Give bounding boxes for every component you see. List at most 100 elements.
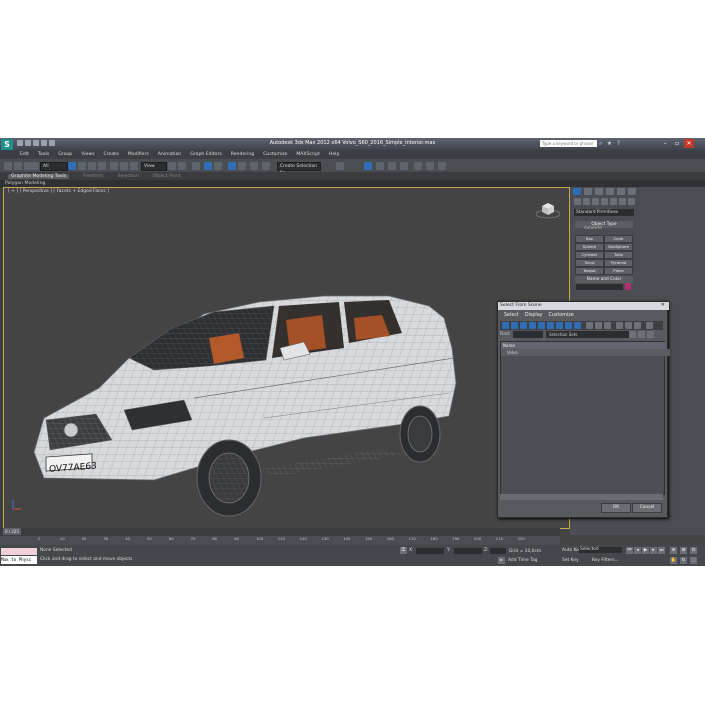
selection-filter-select[interactable]: All — [40, 162, 68, 171]
sphere-button[interactable]: Sphere — [575, 243, 604, 251]
align-icon[interactable] — [336, 162, 344, 170]
unlink-icon[interactable] — [31, 162, 39, 170]
pan-icon[interactable]: ✋ — [670, 557, 677, 564]
key-filters-button[interactable]: Key Filters... — [592, 558, 619, 563]
next-frame-icon[interactable]: ▸ — [650, 547, 657, 554]
window-crossing-icon[interactable] — [98, 162, 106, 170]
perspective-viewport[interactable]: OV77AE63 [ + ] [ Perspective ] [ Facets … — [3, 187, 570, 529]
menu-graph-editors[interactable]: Graph Editors — [190, 152, 222, 157]
display-tab-icon[interactable] — [617, 188, 625, 195]
select-none-icon[interactable] — [625, 322, 632, 329]
snap-icon[interactable] — [204, 162, 212, 170]
helpers-icon[interactable] — [610, 198, 617, 205]
cancel-button[interactable]: Cancel — [632, 503, 662, 513]
viewport-label[interactable]: [ + ] [ Perspective ] [ Facets + Edged F… — [8, 189, 109, 194]
y-coordinate-field[interactable] — [454, 548, 482, 554]
help-icon[interactable]: ? — [615, 140, 622, 147]
pyramid-button[interactable]: Pyramid — [604, 259, 633, 267]
maxscript-output[interactable]: Max to Physc — [1, 556, 37, 564]
find-input[interactable] — [513, 331, 543, 338]
display-all-icon[interactable] — [586, 322, 593, 329]
motion-tab-icon[interactable] — [606, 188, 614, 195]
x-coordinate-field[interactable] — [416, 548, 444, 554]
torus-button[interactable]: Torus — [575, 259, 604, 267]
ok-button[interactable]: OK — [601, 503, 631, 513]
invert-display-icon[interactable] — [604, 322, 611, 329]
tab-graphite-modeling-tools[interactable]: Graphite Modeling Tools — [8, 173, 70, 179]
tab-freeform[interactable]: Freeform — [83, 174, 103, 179]
dialog-menu-customize[interactable]: Customize — [549, 313, 574, 318]
curve-editor-icon[interactable] — [388, 162, 396, 170]
lock-icon[interactable]: ⚿ — [400, 547, 407, 554]
display-groups-icon[interactable] — [556, 322, 563, 329]
menu-animation[interactable]: Animation — [158, 152, 181, 157]
display-shapes-icon[interactable] — [511, 322, 518, 329]
ribbon-subpanel[interactable]: Polygon Modeling — [0, 180, 705, 187]
select-object-icon[interactable] — [68, 162, 76, 170]
go-to-start-icon[interactable]: ⏮ — [626, 547, 633, 554]
plane-button[interactable]: Plane — [604, 267, 633, 275]
tab-object-paint[interactable]: Object Paint — [153, 174, 181, 179]
select-by-name-icon[interactable] — [78, 162, 86, 170]
display-cameras-icon[interactable] — [529, 322, 536, 329]
cylinder-button[interactable]: Cylinder — [575, 251, 604, 259]
maxscript-listener-input[interactable] — [1, 548, 37, 555]
list-item[interactable]: Volvo — [501, 349, 670, 356]
orbit-icon[interactable]: ↻ — [680, 557, 687, 564]
rotate-icon[interactable] — [120, 162, 128, 170]
horizontal-scrollbar[interactable] — [500, 494, 663, 500]
car-wireframe-model[interactable]: OV77AE63 — [4, 188, 569, 528]
frame-counter[interactable]: 0 / 225 — [3, 528, 21, 535]
rendered-frame-icon[interactable] — [438, 162, 446, 170]
menu-tools[interactable]: Tools — [38, 152, 49, 157]
tube-button[interactable]: Tube — [604, 251, 633, 259]
angle-snap-icon[interactable] — [214, 162, 222, 170]
zoom-icon[interactable]: ⊕ — [670, 547, 677, 554]
menu-group[interactable]: Group — [58, 152, 72, 157]
pivot-icon[interactable] — [168, 162, 176, 170]
box-button[interactable]: Box — [575, 235, 604, 243]
schematic-view-icon[interactable] — [400, 162, 408, 170]
display-xrefs-icon[interactable] — [565, 322, 572, 329]
zoom-all-icon[interactable]: ⊞ — [680, 547, 687, 554]
display-none-icon[interactable] — [595, 322, 602, 329]
undo-icon[interactable] — [4, 162, 12, 170]
menu-views[interactable]: Views — [81, 152, 94, 157]
dialog-title[interactable]: Select From Scene — [498, 302, 669, 310]
systems-icon[interactable] — [628, 198, 635, 205]
go-to-end-icon[interactable]: ⏭ — [658, 547, 665, 554]
scale-icon[interactable] — [130, 162, 138, 170]
render-setup-icon[interactable] — [426, 162, 434, 170]
layer-manager-icon[interactable] — [364, 162, 372, 170]
search-input[interactable]: Type a keyword or phrase — [540, 140, 597, 147]
modify-tab-icon[interactable] — [584, 188, 592, 195]
key-mode-select[interactable]: Selected — [579, 547, 622, 553]
maximize-viewport-icon[interactable]: ⬚ — [690, 557, 697, 564]
display-lights-icon[interactable] — [520, 322, 527, 329]
dialog-menu-select[interactable]: Select — [504, 313, 519, 318]
maximize-button[interactable]: ▫ — [672, 139, 682, 148]
z-coordinate-field[interactable] — [490, 548, 506, 554]
keyboard-shortcut-icon[interactable] — [192, 162, 200, 170]
sets-delete-icon[interactable] — [647, 331, 654, 338]
menu-modifiers[interactable]: Modifiers — [128, 152, 149, 157]
sets-edit-icon[interactable] — [638, 331, 645, 338]
select-all-icon[interactable] — [616, 322, 623, 329]
create-tab-icon[interactable] — [573, 188, 581, 195]
minimize-button[interactable]: – — [660, 139, 670, 148]
display-spacewarps-icon[interactable] — [547, 322, 554, 329]
spinner-snap-icon[interactable] — [238, 162, 246, 170]
move-icon[interactable] — [110, 162, 118, 170]
name-color-rollout[interactable]: Name and Color — [575, 276, 633, 283]
display-bones-icon[interactable] — [574, 322, 581, 329]
manipulate-icon[interactable] — [178, 162, 186, 170]
add-time-tag[interactable]: Add Time Tag — [508, 558, 537, 563]
menu-edit[interactable]: Edit — [20, 152, 29, 157]
category-select[interactable]: Standard Primitives — [574, 209, 634, 216]
scene-object-list[interactable]: Name Volvo — [500, 341, 670, 495]
graphite-toggle-icon[interactable] — [376, 162, 384, 170]
menu-rendering[interactable]: Rendering — [231, 152, 254, 157]
display-helpers-icon[interactable] — [538, 322, 545, 329]
menu-create[interactable]: Create — [104, 152, 119, 157]
zoom-extents-icon[interactable]: ⊡ — [690, 547, 697, 554]
